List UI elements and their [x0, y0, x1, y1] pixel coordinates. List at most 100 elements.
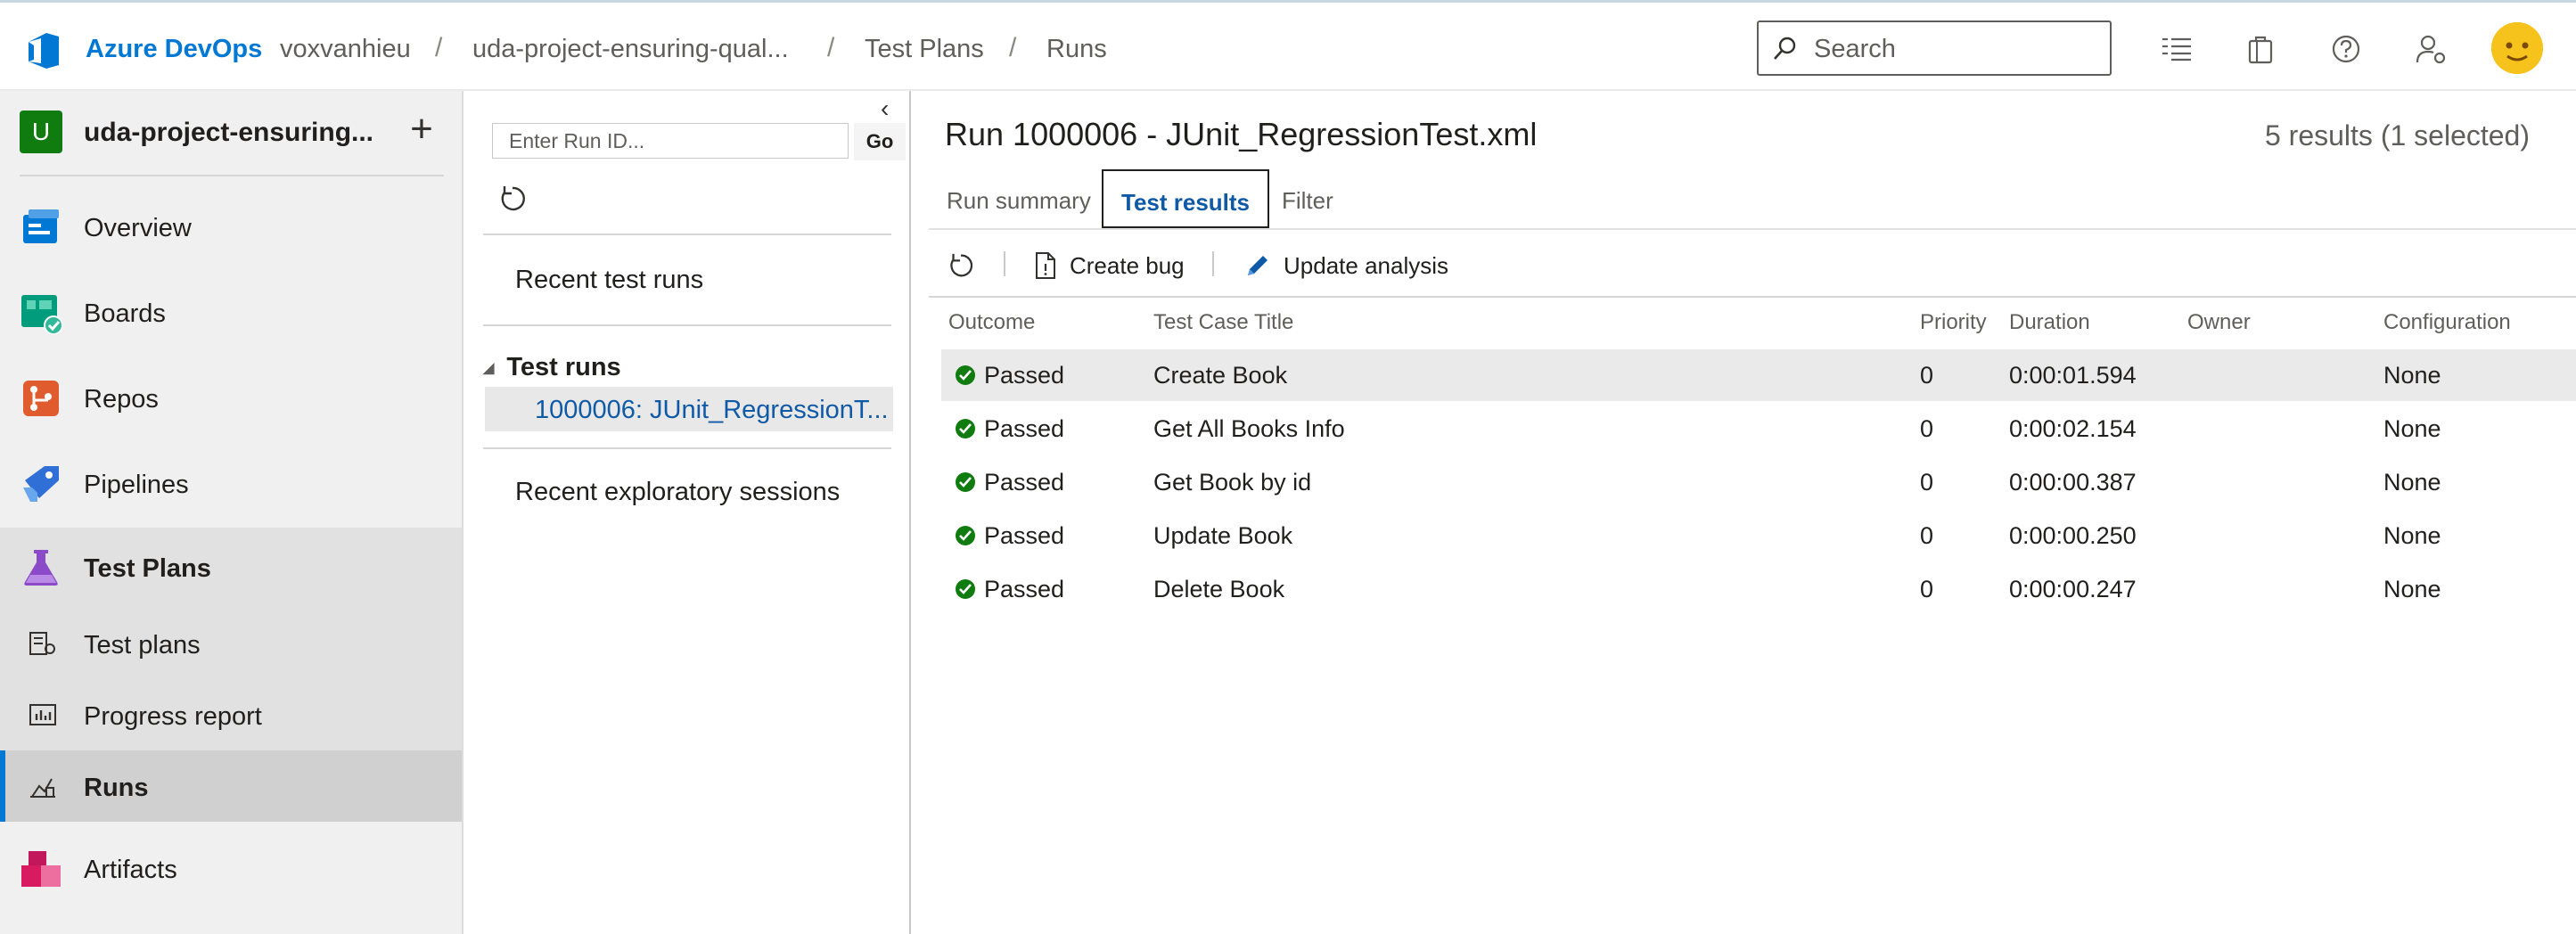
create-bug-button[interactable]: Create bug: [1034, 248, 1185, 283]
search-input[interactable]: [1814, 31, 2099, 67]
sidebar-item-test-plans[interactable]: Test Plans: [0, 528, 462, 608]
avatar[interactable]: [2491, 22, 2543, 74]
pencil-icon: [1248, 256, 1267, 275]
cell-outcome: Passed: [984, 576, 1065, 602]
add-icon[interactable]: +: [399, 107, 444, 152]
cell-priority: 0: [1920, 415, 1934, 442]
divider: [20, 175, 444, 176]
breadcrumb-project[interactable]: uda-project-ensuring-qual...: [472, 35, 789, 64]
left-navigation: U uda-project-ensuring... + Overview Boa…: [0, 91, 464, 934]
breadcrumb-page[interactable]: Runs: [1046, 35, 1107, 64]
project-name[interactable]: uda-project-ensuring...: [84, 118, 373, 148]
tab-filter[interactable]: Filter: [1282, 169, 1333, 228]
sidebar-item-label: Repos: [84, 385, 159, 414]
sidebar-subitem-progress-report[interactable]: Progress report: [0, 679, 462, 750]
cell-priority: 0: [1920, 576, 1934, 602]
table-row[interactable]: Passed Get Book by id 0 0:00:00.387 None: [941, 456, 2576, 508]
passed-check-icon: [956, 579, 975, 599]
recent-test-runs-link[interactable]: Recent test runs: [515, 266, 703, 295]
cell-outcome: Passed: [984, 362, 1065, 389]
column-header-owner[interactable]: Owner: [2187, 310, 2251, 335]
update-analysis-label: Update analysis: [1284, 251, 1448, 279]
project-badge: U: [20, 111, 62, 153]
toolbar-divider: [929, 296, 2576, 298]
sidebar-subitem-label: Progress report: [84, 702, 262, 731]
main-content: Run 1000006 - JUnit_RegressionTest.xml 5…: [911, 91, 2576, 934]
breadcrumb-separator: /: [435, 33, 443, 62]
divider: [483, 324, 891, 326]
help-icon[interactable]: [2326, 29, 2366, 69]
go-button[interactable]: Go: [854, 123, 906, 160]
passed-check-icon: [956, 365, 975, 385]
refresh-icon: [950, 253, 973, 277]
sidebar-item-label: Artifacts: [84, 856, 177, 884]
bug-document-icon: [1036, 252, 1055, 279]
tree-item-selected-run[interactable]: 1000006: JUnit_RegressionT...: [485, 387, 893, 431]
update-analysis-button[interactable]: Update analysis: [1244, 248, 1448, 283]
breadcrumb-section[interactable]: Test Plans: [865, 35, 984, 64]
result-count: 5 results (1 selected): [2264, 119, 2530, 152]
column-header-duration[interactable]: Duration: [2009, 310, 2090, 335]
toolbar-separator: [1004, 251, 1005, 276]
breadcrumb-org[interactable]: voxvanhieu: [280, 35, 411, 64]
cell-outcome: Passed: [984, 415, 1065, 442]
create-bug-label: Create bug: [1070, 251, 1185, 279]
brand-link[interactable]: Azure DevOps: [86, 35, 262, 64]
sidebar-item-pipelines[interactable]: Pipelines: [0, 444, 462, 524]
sidebar-item-boards[interactable]: Boards: [0, 273, 462, 353]
cell-title[interactable]: Get Book by id: [1153, 469, 1311, 496]
marketplace-bag-icon[interactable]: [2241, 29, 2280, 69]
cell-priority: 0: [1920, 522, 1934, 549]
test-runs-group[interactable]: ◢ Test runs: [483, 353, 621, 382]
cell-configuration: None: [2383, 576, 2441, 602]
cell-title[interactable]: Get All Books Info: [1153, 415, 1345, 443]
active-indicator: [0, 750, 5, 822]
sidebar-subitem-runs[interactable]: Runs: [0, 750, 462, 822]
collapse-pane-icon[interactable]: ‹: [881, 94, 889, 123]
project-header[interactable]: U uda-project-ensuring... +: [0, 91, 462, 171]
test-runs-label: Test runs: [506, 353, 621, 381]
boards-icon: [21, 295, 62, 334]
sidebar-item-label: Overview: [84, 214, 192, 242]
passed-check-icon: [956, 419, 975, 438]
breadcrumb-separator: /: [827, 33, 835, 62]
sidebar-item-overview[interactable]: Overview: [0, 187, 462, 267]
sidebar-item-artifacts[interactable]: Artifacts: [0, 829, 462, 909]
sidebar-subitem-label: Runs: [84, 774, 149, 802]
cell-title[interactable]: Delete Book: [1153, 576, 1284, 603]
recent-exploratory-sessions-link[interactable]: Recent exploratory sessions: [515, 478, 840, 507]
expand-triangle-icon[interactable]: ◢: [483, 361, 494, 376]
tab-run-summary[interactable]: Run summary: [947, 169, 1091, 228]
progress-report-icon: [29, 704, 56, 725]
cell-duration: 0:00:02.154: [2009, 415, 2137, 442]
table-row[interactable]: Passed Get All Books Info 0 0:00:02.154 …: [941, 403, 2576, 455]
cell-title[interactable]: Create Book: [1153, 362, 1287, 389]
table-row[interactable]: Passed Create Book 0 0:00:01.594 None: [941, 349, 2576, 401]
table-row[interactable]: Passed Delete Book 0 0:00:00.247 None: [941, 563, 2576, 615]
column-header-priority[interactable]: Priority: [1920, 310, 1987, 335]
page-title: Run 1000006 - JUnit_RegressionTest.xml: [945, 116, 1538, 152]
search-box[interactable]: [1757, 20, 2112, 76]
repos-icon: [23, 381, 59, 416]
column-header-outcome[interactable]: Outcome: [948, 310, 1035, 335]
refresh-button[interactable]: [947, 248, 975, 283]
sidebar-item-label: Test Plans: [84, 554, 211, 583]
table-row[interactable]: Passed Update Book 0 0:00:00.250 None: [941, 510, 2576, 561]
run-id-input[interactable]: [492, 123, 849, 159]
sidebar-item-label: Pipelines: [84, 471, 189, 499]
column-header-configuration[interactable]: Configuration: [2383, 310, 2511, 335]
cell-title[interactable]: Update Book: [1153, 522, 1292, 550]
cell-priority: 0: [1920, 469, 1934, 496]
refresh-icon[interactable]: [497, 184, 528, 214]
tab-test-results[interactable]: Test results: [1102, 169, 1270, 228]
azure-devops-logo-icon[interactable]: [23, 29, 66, 72]
sidebar-item-repos[interactable]: Repos: [0, 358, 462, 438]
divider: [483, 234, 891, 235]
sidebar-subitem-test-plans[interactable]: Test plans: [0, 608, 462, 679]
work-items-icon[interactable]: [2157, 29, 2196, 69]
cell-duration: 0:00:00.247: [2009, 576, 2137, 602]
column-header-title[interactable]: Test Case Title: [1153, 310, 1293, 335]
user-settings-icon[interactable]: [2412, 29, 2451, 69]
cell-outcome: Passed: [984, 522, 1065, 549]
breadcrumb-separator: /: [1009, 33, 1017, 62]
